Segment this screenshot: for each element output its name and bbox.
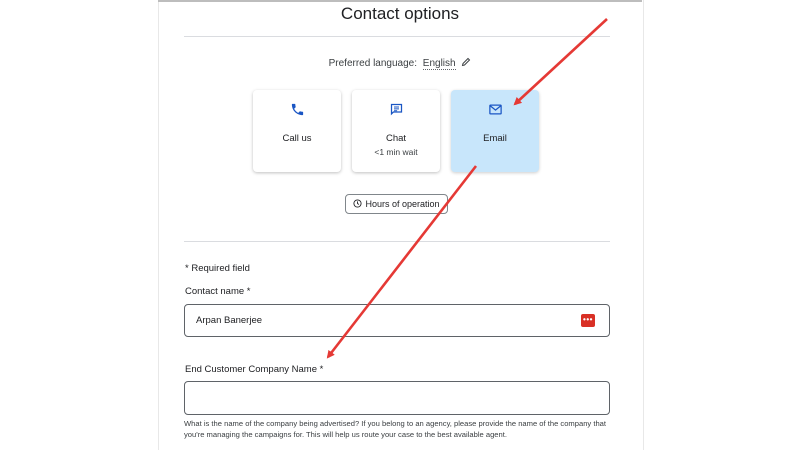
- email-card[interactable]: Email: [451, 90, 539, 172]
- company-help-text: What is the name of the company being ad…: [184, 419, 606, 439]
- call-us-card[interactable]: Call us: [253, 90, 341, 172]
- preferred-language-value[interactable]: English: [422, 58, 456, 70]
- email-label: Email: [483, 133, 507, 144]
- contact-name-value: Arpan Banerjee: [196, 315, 263, 326]
- phone-icon: [253, 102, 341, 120]
- company-name-label: End Customer Company Name *: [185, 364, 324, 375]
- chat-icon: [352, 102, 440, 120]
- password-manager-icon[interactable]: •••: [581, 314, 595, 327]
- preferred-language: Preferred language: English: [0, 57, 800, 70]
- section-divider: [184, 241, 610, 242]
- clock-icon: [353, 199, 365, 209]
- pencil-icon[interactable]: [461, 57, 471, 67]
- chat-label: Chat: [385, 133, 407, 144]
- call-us-label: Call us: [282, 133, 312, 144]
- title-divider: [184, 36, 610, 37]
- chat-card[interactable]: Chat <1 min wait: [352, 90, 440, 172]
- required-note: * Required field: [185, 263, 250, 274]
- chat-wait-time: <1 min wait: [374, 147, 418, 157]
- hours-of-operation-button[interactable]: Hours of operation: [345, 194, 448, 214]
- hours-label: Hours of operation: [365, 199, 440, 209]
- preferred-language-label: Preferred language:: [328, 58, 418, 69]
- contact-name-field[interactable]: Arpan Banerjee •••: [184, 304, 610, 337]
- top-border: [158, 0, 642, 2]
- email-icon: [451, 102, 539, 120]
- contact-name-label: Contact name *: [185, 286, 251, 297]
- company-name-field[interactable]: [184, 381, 610, 415]
- page-title: Contact options: [340, 4, 460, 23]
